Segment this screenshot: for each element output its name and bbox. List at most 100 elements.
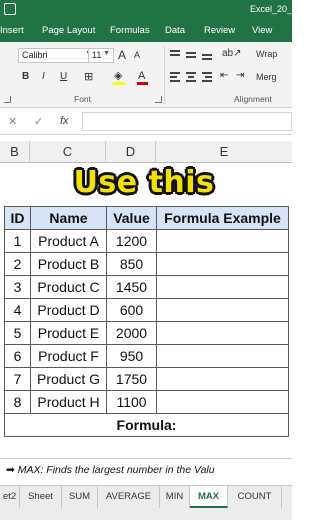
cell-formula[interactable] (156, 344, 289, 368)
font-color-swatch (137, 82, 148, 85)
cell-value[interactable]: 950 (106, 344, 157, 368)
ribbon-tabs: Insert Page Layout Formulas Data Review … (0, 20, 292, 42)
cell-formula[interactable] (156, 229, 289, 253)
cell-name[interactable]: Product F (30, 344, 107, 368)
cell-name[interactable]: Product H (30, 390, 107, 414)
cell-value[interactable]: 1450 (106, 275, 157, 299)
font-color-button[interactable]: A (138, 70, 145, 82)
banner-caption: Use this (73, 165, 215, 200)
table-row: 5 Product E 2000 (4, 321, 289, 345)
orientation-icon[interactable]: ab↗ (222, 48, 242, 59)
tab-insert[interactable]: Insert (0, 25, 24, 36)
header-value[interactable]: Value (106, 206, 157, 230)
table-row: 2 Product B 850 (4, 252, 289, 276)
worksheet: Use this ID Name Value Formula Example 1… (0, 163, 292, 443)
cell-id[interactable]: 4 (4, 298, 31, 322)
cell-value[interactable]: 1750 (106, 367, 157, 391)
decrease-indent-icon[interactable]: ⇤ (220, 70, 228, 81)
cell-name[interactable]: Product C (30, 275, 107, 299)
tab-data[interactable]: Data (165, 25, 185, 36)
cell-id[interactable]: 8 (4, 390, 31, 414)
table-row: 8 Product H 1100 (4, 390, 289, 414)
function-description: ➡ MAX: Finds the largest number in the V… (0, 458, 292, 480)
font-name: Calibri (22, 50, 48, 60)
table-row: 6 Product F 950 (4, 344, 289, 368)
sheet-tab-count[interactable]: COUNT (228, 486, 282, 508)
tab-view[interactable]: View (252, 25, 272, 36)
italic-button[interactable]: I (42, 71, 45, 82)
alignment-group-label: Alignment (234, 94, 272, 104)
merge-center-button[interactable]: Merg (256, 72, 277, 82)
fill-color-swatch (113, 82, 125, 85)
bold-button[interactable]: B (22, 71, 29, 82)
header-id[interactable]: ID (4, 206, 31, 230)
header-formula-example[interactable]: Formula Example (156, 206, 289, 230)
cell-formula[interactable] (156, 298, 289, 322)
sheet-tab-min[interactable]: MIN (160, 486, 190, 508)
cell-value[interactable]: 2000 (106, 321, 157, 345)
cell-id[interactable]: 1 (4, 229, 31, 253)
cell-value[interactable]: 1200 (106, 229, 157, 253)
sheet-tabs: et2 Sheet SUM AVERAGE MIN MAX COUNT (0, 485, 292, 520)
cell-name[interactable]: Product D (30, 298, 107, 322)
tab-formulas[interactable]: Formulas (110, 25, 150, 36)
increase-indent-icon[interactable]: ⇥ (236, 70, 244, 81)
cell-id[interactable]: 5 (4, 321, 31, 345)
formula-label-cell[interactable]: Formula: (4, 413, 289, 437)
shrink-font-button[interactable]: A (134, 50, 140, 60)
cell-formula[interactable] (156, 321, 289, 345)
save-icon[interactable] (4, 3, 16, 15)
header-name[interactable]: Name (30, 206, 107, 230)
underline-button[interactable]: U (60, 71, 67, 82)
cell-value[interactable]: 1100 (106, 390, 157, 414)
column-header-d[interactable]: D (106, 141, 156, 163)
table-row: 7 Product G 1750 (4, 367, 289, 391)
formula-row: Formula: (4, 413, 289, 437)
tab-review[interactable]: Review (204, 25, 235, 36)
column-header-e[interactable]: E (156, 141, 292, 163)
window-title: Excel_20_F (250, 4, 298, 14)
cell-id[interactable]: 6 (4, 344, 31, 368)
sheet-tab-sum[interactable]: SUM (62, 486, 98, 508)
font-launcher-icon[interactable] (155, 96, 162, 103)
grow-font-button[interactable]: A (118, 48, 126, 62)
cancel-icon[interactable]: ✕ (8, 115, 17, 128)
table-row: 3 Product C 1450 (4, 275, 289, 299)
chevron-down-icon: ▼ (103, 50, 110, 57)
borders-icon[interactable]: ⊞ (84, 70, 93, 83)
clipboard-launcher-icon[interactable] (4, 96, 11, 103)
cell-id[interactable]: 7 (4, 367, 31, 391)
table-row: 1 Product A 1200 (4, 229, 289, 253)
cell-id[interactable]: 3 (4, 275, 31, 299)
column-header-c[interactable]: C (30, 141, 106, 163)
cell-formula[interactable] (156, 390, 289, 414)
cell-formula[interactable] (156, 275, 289, 299)
sheet-tab-average[interactable]: AVERAGE (98, 486, 160, 508)
cell-formula[interactable] (156, 252, 289, 276)
table-row: 4 Product D 600 (4, 298, 289, 322)
group-divider (164, 46, 165, 104)
font-name-box[interactable]: Calibri ▼ (18, 48, 96, 63)
tab-page-layout[interactable]: Page Layout (42, 25, 95, 36)
font-size: 11 (92, 50, 102, 60)
wrap-text-button[interactable]: Wrap (256, 49, 277, 59)
cell-id[interactable]: 2 (4, 252, 31, 276)
fill-color-icon[interactable]: ◈ (114, 69, 122, 82)
cell-formula[interactable] (156, 367, 289, 391)
cell-value[interactable]: 850 (106, 252, 157, 276)
sheet-tab-sheet[interactable]: Sheet (20, 486, 62, 508)
column-header-b[interactable]: B (0, 141, 30, 163)
cell-value[interactable]: 600 (106, 298, 157, 322)
cell-name[interactable]: Product E (30, 321, 107, 345)
formula-bar: ✕ ✓ fx (0, 109, 292, 135)
cell-name[interactable]: Product A (30, 229, 107, 253)
sheet-tab-max[interactable]: MAX (190, 486, 228, 508)
insert-function-icon[interactable]: fx (60, 115, 69, 127)
cell-name[interactable]: Product G (30, 367, 107, 391)
confirm-icon[interactable]: ✓ (34, 115, 43, 128)
ribbon: Calibri ▼ 11 ▼ A A B I U ⊞ ◈ A Font ab↗ … (0, 42, 292, 108)
cell-name[interactable]: Product B (30, 252, 107, 276)
font-size-box[interactable]: 11 ▼ (88, 48, 114, 63)
sheet-tab-et2[interactable]: et2 (0, 486, 20, 508)
formula-input[interactable] (82, 112, 292, 131)
